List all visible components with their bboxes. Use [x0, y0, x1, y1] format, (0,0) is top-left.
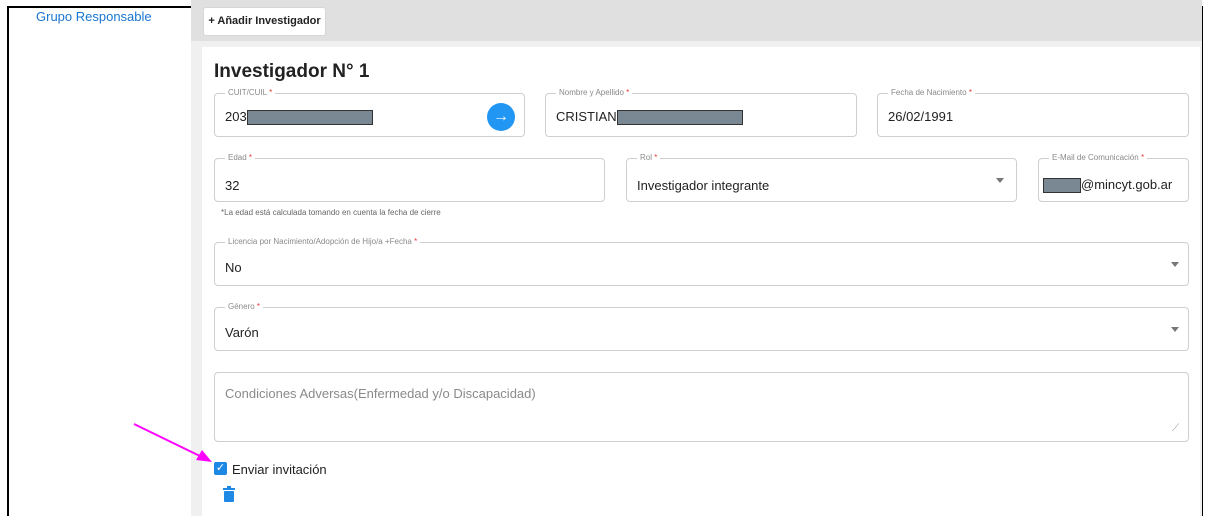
birth-date-field[interactable]: Fecha de Nacimiento * 26/02/1991	[877, 88, 1189, 137]
sidebar-link-grupo-responsable[interactable]: Grupo Responsable	[36, 9, 152, 24]
license-label: Licencia por Nacimiento/Adopción de Hijo…	[225, 237, 421, 247]
name-value: CRISTIAN	[556, 109, 743, 126]
toolbar-strip	[191, 0, 1202, 41]
role-value: Investigador integrante	[637, 178, 770, 193]
name-label: Nombre y Apellido *	[556, 88, 633, 98]
invite-checkbox-label[interactable]: Enviar invitación	[232, 462, 327, 477]
gender-value: Varón	[225, 325, 259, 340]
redacted-block	[246, 110, 373, 126]
redacted-block	[616, 110, 743, 126]
email-label: E-Mail de Comunicación *	[1049, 153, 1148, 163]
role-select[interactable]: Rol * Investigador integrante	[626, 153, 1017, 202]
birth-date-value: 26/02/1991	[888, 109, 954, 124]
cuit-value: 203	[225, 109, 373, 126]
name-field[interactable]: Nombre y Apellido * CRISTIAN	[545, 88, 857, 137]
cuit-field[interactable]: CUIT/CUIL * 203 →	[214, 88, 525, 137]
arrow-right-icon[interactable]: →	[487, 103, 515, 131]
gender-select[interactable]: Género * Varón	[214, 302, 1189, 351]
email-field[interactable]: E-Mail de Comunicación * @mincyt.gob.ar	[1038, 153, 1189, 202]
annotation-arrow	[133, 423, 212, 462]
trash-icon[interactable]	[222, 486, 236, 502]
license-value: No	[225, 260, 242, 275]
redacted-block	[1043, 178, 1081, 194]
add-investigator-button[interactable]: + Añadir Investigador	[203, 7, 326, 36]
age-value: 32	[225, 178, 240, 193]
birth-date-label: Fecha de Nacimiento *	[888, 88, 975, 98]
age-hint: *La edad está calculada tomando en cuent…	[221, 208, 441, 217]
chevron-down-icon[interactable]	[1171, 262, 1179, 267]
cuit-label: CUIT/CUIL *	[225, 88, 276, 98]
email-value: @mincyt.gob.ar	[1043, 177, 1172, 194]
chevron-down-icon[interactable]	[1171, 327, 1179, 332]
license-select[interactable]: Licencia por Nacimiento/Adopción de Hijo…	[214, 237, 1189, 286]
role-label: Rol *	[637, 153, 661, 163]
chevron-down-icon[interactable]	[996, 178, 1004, 183]
conditions-textarea[interactable]: Condiciones Adversas(Enfermedad y/o Disc…	[214, 372, 1189, 442]
card-title: Investigador N° 1	[214, 61, 370, 82]
gender-label: Género *	[225, 302, 264, 312]
age-label: Edad *	[225, 153, 256, 163]
conditions-placeholder: Condiciones Adversas(Enfermedad y/o Disc…	[225, 386, 536, 401]
age-field[interactable]: Edad * 32	[214, 153, 605, 202]
resize-handle-icon[interactable]: ⟋	[1172, 423, 1179, 434]
